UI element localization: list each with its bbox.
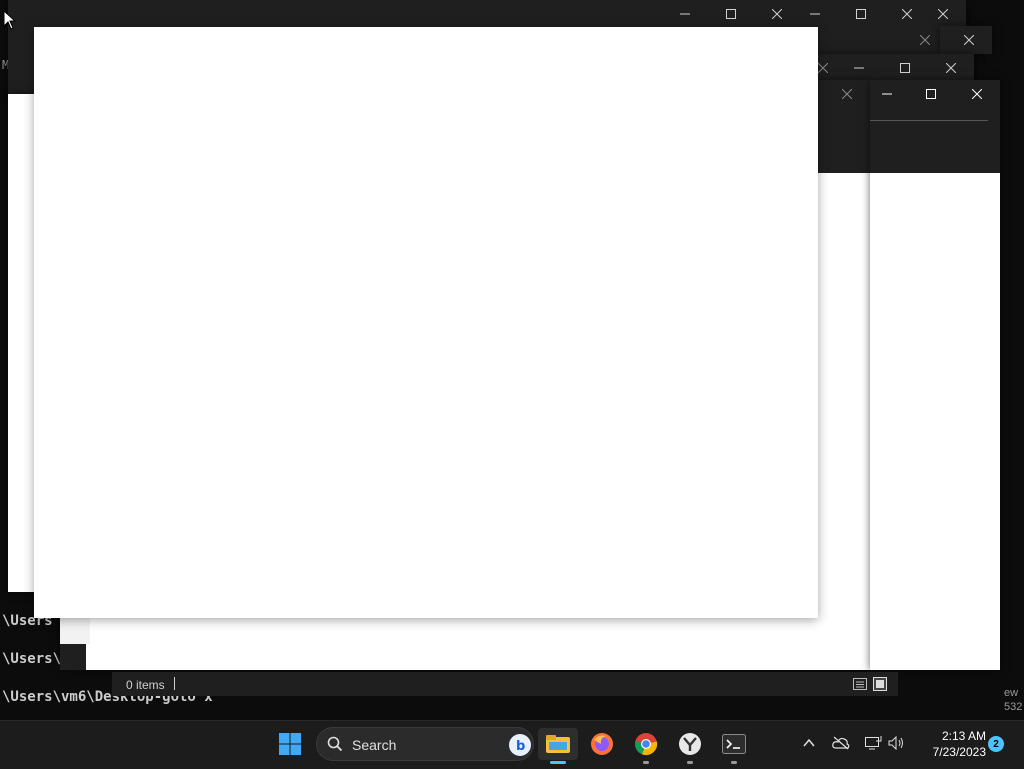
network-icon[interactable] xyxy=(864,735,882,756)
details-view-icon[interactable] xyxy=(852,676,868,695)
explorer-status-bar: 0 items xyxy=(112,672,898,696)
notification-badge[interactable]: 2 xyxy=(988,736,1004,752)
maximize-button[interactable] xyxy=(882,54,928,82)
app-y-icon[interactable] xyxy=(670,728,710,764)
close-button[interactable] xyxy=(946,26,992,54)
explorer-window-front-right[interactable] xyxy=(870,80,1000,670)
clock-date: 7/23/2023 xyxy=(932,745,986,759)
maximize-button[interactable] xyxy=(838,0,884,28)
minimize-button[interactable] xyxy=(864,80,910,108)
clock-time: 2:13 AM xyxy=(941,729,986,743)
main-window-blank[interactable] xyxy=(34,27,818,618)
close-button[interactable] xyxy=(902,26,948,54)
volume-icon[interactable] xyxy=(888,735,906,755)
start-icon[interactable] xyxy=(270,728,310,760)
running-indicator xyxy=(687,761,693,764)
minimize-button[interactable] xyxy=(836,54,882,82)
minimize-button[interactable] xyxy=(662,0,708,28)
running-indicator xyxy=(731,761,737,764)
explorer-window-back-2[interactable] xyxy=(920,26,992,54)
onedrive-icon[interactable] xyxy=(832,736,850,755)
file-explorer-icon[interactable] xyxy=(538,728,578,764)
fragment-2: 532 xyxy=(1004,701,1023,713)
bing-icon[interactable]: b xyxy=(509,734,531,756)
fragment-1: ew xyxy=(1004,687,1019,699)
clock[interactable]: 2:13 AM 7/23/2023 xyxy=(912,728,986,760)
running-indicator xyxy=(550,761,566,764)
large-icons-view-icon[interactable] xyxy=(872,676,888,695)
maximize-button[interactable] xyxy=(708,0,754,28)
chrome-icon[interactable] xyxy=(626,728,666,764)
close-button[interactable] xyxy=(954,80,1000,108)
search-icon xyxy=(327,736,343,757)
explorer-window-back-3[interactable] xyxy=(818,54,974,82)
close-button[interactable] xyxy=(920,0,966,28)
svg-text:b: b xyxy=(516,739,525,752)
terminal-icon[interactable] xyxy=(714,728,754,764)
search-label: Search xyxy=(352,737,397,753)
terminal-right-fragments: ew 532 xyxy=(1004,686,1024,714)
status-divider xyxy=(174,677,175,690)
status-item-count: 0 items xyxy=(126,678,165,692)
taskbar-search[interactable]: Search b xyxy=(316,727,534,761)
firefox-icon[interactable] xyxy=(582,728,622,760)
chevron-up-icon[interactable] xyxy=(802,736,816,755)
explorer-content-edge xyxy=(60,618,90,644)
explorer-content-area xyxy=(870,173,1000,670)
running-indicator xyxy=(643,761,649,764)
maximize-button[interactable] xyxy=(908,80,954,108)
mouse-cursor-icon xyxy=(3,9,17,35)
minimize-button[interactable] xyxy=(792,0,838,28)
close-button[interactable] xyxy=(928,54,974,82)
address-bar-edge xyxy=(870,120,988,121)
